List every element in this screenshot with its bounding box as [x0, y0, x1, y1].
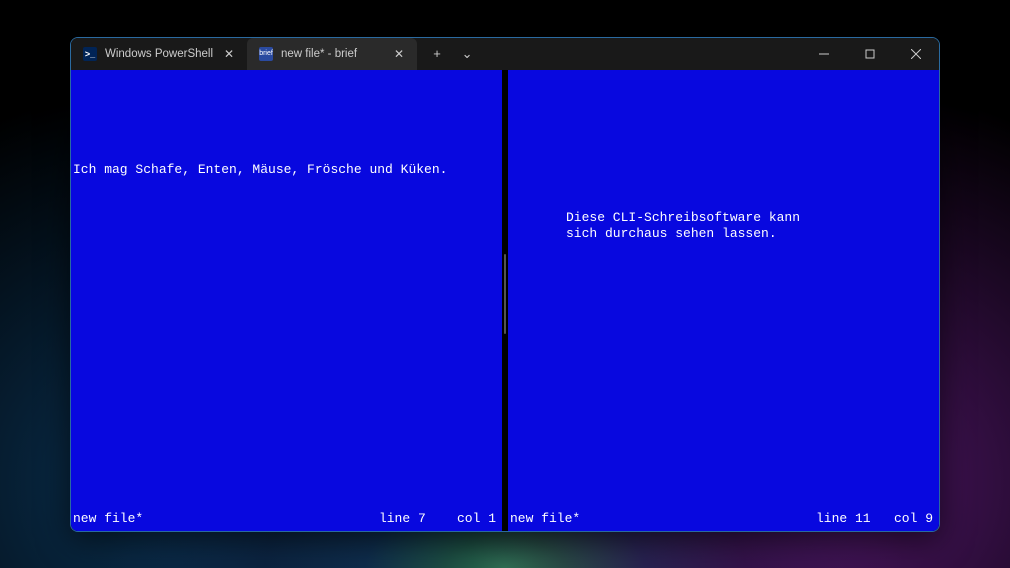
tab-strip: >_ Windows PowerShell ✕ brief new file* … [71, 38, 417, 70]
close-window-button[interactable] [893, 38, 939, 70]
editor-text-line: Ich mag Schafe, Enten, Mäuse, Frösche un… [73, 162, 447, 178]
status-bar: new file* line 7 col 1 [73, 511, 496, 527]
status-col: col 1 [457, 511, 496, 527]
maximize-button[interactable] [847, 38, 893, 70]
brief-icon: brief [259, 47, 273, 61]
tab-actions: + ⌄ [417, 38, 481, 70]
terminal-window: >_ Windows PowerShell ✕ brief new file* … [70, 37, 940, 532]
editor-text-line: sich durchaus sehen lassen. [566, 226, 777, 242]
window-controls [801, 38, 939, 70]
tab-brief[interactable]: brief new file* - brief ✕ [247, 38, 417, 70]
status-filename: new file* [510, 511, 816, 527]
new-tab-button[interactable]: + [423, 42, 451, 66]
status-bar: new file* line 11 col 9 [510, 511, 933, 527]
status-filename: new file* [73, 511, 379, 527]
status-col: col 9 [894, 511, 933, 527]
editor-pane-right[interactable]: Diese CLI-Schreibsoftware kann sich durc… [508, 70, 939, 531]
titlebar[interactable]: >_ Windows PowerShell ✕ brief new file* … [71, 38, 939, 70]
editor-body[interactable]: Diese CLI-Schreibsoftware kann sich durc… [508, 70, 939, 531]
tab-powershell[interactable]: >_ Windows PowerShell ✕ [71, 38, 247, 70]
minimize-button[interactable] [801, 38, 847, 70]
tab-label: new file* - brief [281, 48, 383, 60]
close-tab-button[interactable]: ✕ [221, 46, 237, 62]
status-line: line 11 [816, 511, 871, 527]
split-content: Ich mag Schafe, Enten, Mäuse, Frösche un… [71, 70, 939, 531]
status-gap [426, 511, 457, 527]
close-tab-button[interactable]: ✕ [391, 46, 407, 62]
tab-dropdown-button[interactable]: ⌄ [453, 42, 481, 66]
editor-body[interactable]: Ich mag Schafe, Enten, Mäuse, Frösche un… [71, 70, 502, 531]
tab-label: Windows PowerShell [105, 48, 213, 60]
powershell-icon: >_ [83, 47, 97, 61]
status-gap [871, 511, 894, 527]
minimize-icon [819, 49, 829, 59]
status-line: line 7 [379, 511, 426, 527]
titlebar-drag-area[interactable] [481, 38, 801, 70]
maximize-icon [865, 49, 875, 59]
editor-pane-left[interactable]: Ich mag Schafe, Enten, Mäuse, Frösche un… [71, 70, 502, 531]
editor-text-line: Diese CLI-Schreibsoftware kann [566, 210, 800, 226]
close-icon [911, 49, 921, 59]
